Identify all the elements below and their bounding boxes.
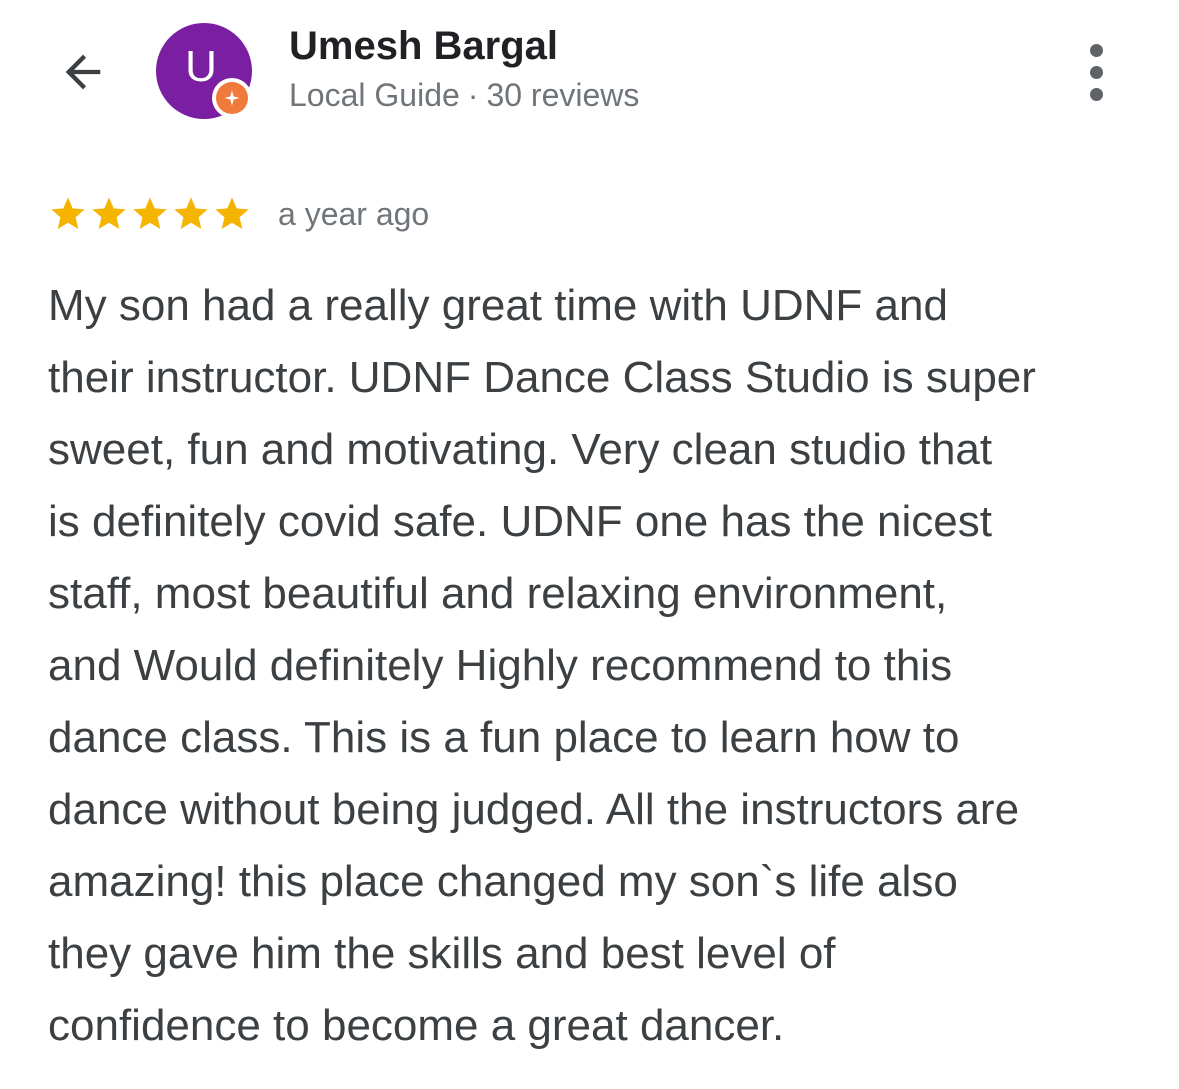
user-meta: Local Guide · 30 reviews [289,77,639,114]
star-icon [51,197,85,229]
reviews-count: 30 reviews [486,77,640,113]
review-text-line: amazing! this place changed my son`s lif… [48,857,958,906]
arrow-back-icon [65,54,101,90]
local-guide-badge-icon [212,78,252,118]
review-text-line: dance class. This is a fun place to lear… [48,713,960,762]
review-text-line: staff, most beautiful and relaxing envir… [48,569,948,618]
more-vertical-icon [1089,43,1103,57]
star-rating [48,194,252,234]
review-header: U Umesh Bargal Local Guide · 30 reviews [0,0,1179,140]
meta-separator: · [467,77,479,113]
user-name[interactable]: Umesh Bargal [289,24,558,69]
review-text-line: their instructor. UDNF Dance Class Studi… [48,353,1036,402]
review-text-line: they gave him the skills and best level … [48,929,836,978]
review-text-line: is definitely covid safe. UDNF one has t… [48,497,993,546]
avatar-letter: U [185,42,217,91]
star-icon [92,197,126,229]
review-text-line: and Would definitely Highly recommend to… [48,641,953,690]
star-icon [133,197,167,229]
review-text-line: sweet, fun and motivating. Very clean st… [48,425,993,474]
review-time: a year ago [278,195,430,232]
more-options-button[interactable] [1072,40,1120,104]
review-text: My son had a really great time with UDNF… [48,270,1158,1062]
local-guide-label: Local Guide [289,77,460,113]
review-text-line: My son had a really great time with UDNF… [48,281,948,330]
review-text-line: dance without being judged. All the inst… [48,785,1020,834]
back-button[interactable] [50,42,116,102]
rating-row: a year ago [48,190,429,238]
review-text-line: confidence to become a great dancer. [48,1001,785,1050]
star-icon [174,197,208,229]
star-icon [215,197,249,229]
